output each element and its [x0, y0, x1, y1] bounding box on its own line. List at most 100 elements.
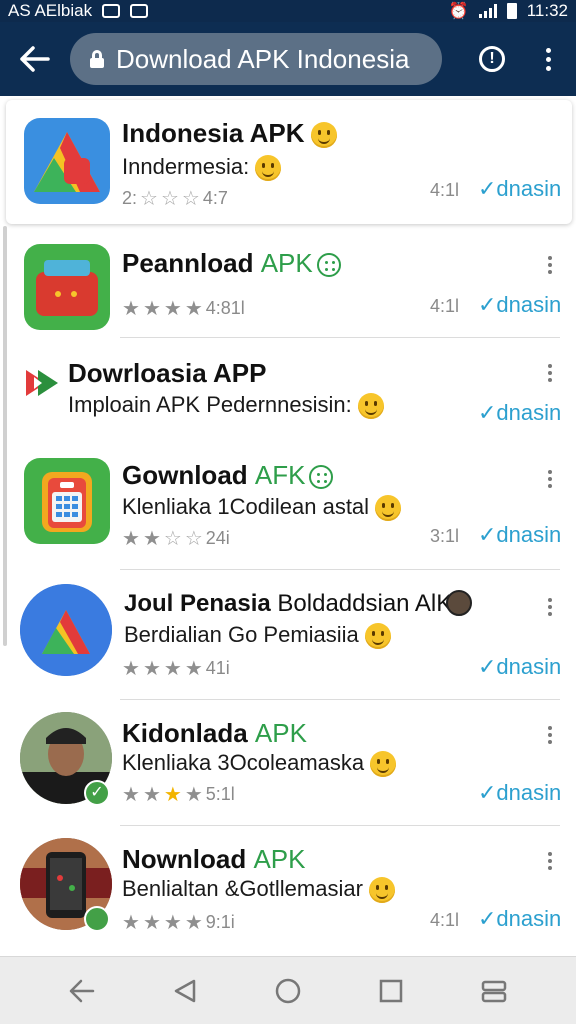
smile-emoji-icon [375, 495, 402, 522]
download-link[interactable]: ✓dnasin [478, 654, 561, 680]
app-tag: APK [253, 844, 306, 874]
app-icon [24, 244, 110, 330]
url-bar[interactable]: Download APK Indonesia [70, 33, 442, 85]
app-size: 4:1l [430, 296, 460, 316]
star-empty-icon: ☆ [140, 188, 158, 210]
rating-row: 2: ☆ ☆ ☆ 4:7 [122, 186, 228, 211]
download-link[interactable]: ✓dnasin [478, 400, 561, 426]
app-title-text: Joul Penasia [124, 590, 271, 617]
nav-switch-icon[interactable] [470, 967, 518, 1015]
app-title-text: Dowrloasia APP [68, 358, 267, 388]
android-smile-icon [309, 465, 334, 490]
app-icon [24, 458, 110, 544]
download-link[interactable]: ✓dnasin [478, 780, 561, 806]
rating-row: ★ ★ ★ ★ 9:1i [122, 910, 235, 935]
nav-home-icon[interactable] [264, 967, 312, 1015]
status-bar: AS AElbiak ⏰ 11:32 [0, 0, 576, 22]
app-subtitle-text: Klenliaka 1Codilean astal [122, 494, 370, 519]
item-more-icon[interactable] [548, 852, 552, 870]
nav-recents-icon[interactable] [367, 967, 415, 1015]
rating-prefix: 2: [122, 188, 138, 208]
lock-icon [90, 50, 104, 68]
list-item[interactable]: Joul Penasia Boldaddsian AlK Berdialian … [0, 570, 576, 700]
star-icon: ★ [184, 658, 203, 680]
app-subtitle: Klenliaka 1Codilean astal [122, 494, 402, 522]
verified-check-icon: ✓ [84, 780, 110, 806]
download-link[interactable]: ✓dnasin [478, 906, 561, 932]
item-more-icon[interactable] [548, 256, 552, 274]
app-size: 4:1l [430, 180, 460, 200]
signal-icon [478, 4, 497, 18]
star-icon: ★ [142, 912, 161, 934]
android-smile-icon [316, 253, 341, 278]
rating-value: 4:81l [205, 298, 245, 318]
url-text: Download APK Indonesia [116, 43, 410, 74]
star-empty-icon: ☆ [163, 528, 182, 550]
image-icon [130, 4, 149, 18]
app-tag: AFK [254, 460, 306, 490]
laugh-emoji-icon [255, 155, 282, 182]
star-empty-icon: ☆ [181, 188, 200, 210]
item-more-icon[interactable] [548, 470, 552, 488]
rating-row: ★ ★ ☆ ☆ 24i [122, 526, 230, 551]
app-title: Dowrloasia APP [68, 358, 266, 389]
nav-back-arrow-icon[interactable] [58, 967, 106, 1015]
back-arrow-icon[interactable] [0, 22, 70, 96]
app-title-text: Indonesia APK [122, 118, 305, 148]
app-icon [20, 584, 112, 676]
star-icon: ★ [142, 784, 161, 806]
nav-back-icon[interactable] [161, 967, 209, 1015]
star-icon: ★ [122, 298, 140, 320]
star-icon: ★ [142, 658, 161, 680]
smile-emoji-icon [370, 751, 397, 778]
star-icon: ★ [163, 298, 182, 320]
app-title: Gownload AFK [122, 460, 334, 491]
rating-value: 24i [205, 528, 230, 548]
smile-emoji-icon [357, 393, 384, 420]
search-button[interactable]: ! [464, 22, 520, 96]
item-more-icon[interactable] [548, 726, 552, 744]
battery-icon [506, 3, 517, 19]
app-title: Joul Penasia Boldaddsian AlK [124, 590, 452, 618]
app-list[interactable]: Indonesia APK Inndermesia: 2: ☆ ☆ ☆ 4:7 … [0, 96, 576, 956]
star-empty-icon: ☆ [184, 528, 203, 550]
item-more-icon[interactable] [548, 364, 552, 382]
app-title-text: Peannload [122, 248, 254, 278]
overflow-menu-button[interactable] [520, 22, 576, 96]
star-icon: ★ [163, 658, 182, 680]
android-badge-icon [84, 906, 110, 932]
star-icon: ★ [142, 528, 161, 550]
app-title-text: Kidonlada [122, 718, 248, 748]
star-icon: ★ [142, 298, 161, 320]
status-left-text: AS AElbiak [8, 1, 93, 20]
app-tag: Boldaddsian AlK [277, 590, 453, 617]
app-title: Nownload APK [122, 844, 305, 875]
smile-emoji-icon [368, 877, 395, 904]
star-icon: ★ [122, 528, 140, 550]
app-subtitle: Klenliaka 3Ocoleamaska [122, 750, 397, 778]
notification-icon [102, 4, 121, 18]
status-time: 11:32 [526, 1, 568, 20]
app-subtitle: Inndermesia: [122, 154, 282, 182]
app-subtitle-text: Klenliaka 3Ocoleamaska [122, 750, 365, 775]
list-item[interactable]: Dowrloasia APP Imploain APK Pedernnesisi… [0, 338, 576, 450]
download-link[interactable]: ✓dnasin [478, 522, 561, 548]
list-item[interactable]: Peannload APK ★ ★ ★ ★ 4:81l 4:1l ✓dnasin [0, 226, 576, 338]
app-title-text: Gownload [122, 460, 248, 490]
app-subtitle-text: Benlialtan &Gotllemasiar [122, 876, 363, 901]
star-icon: ★ [184, 298, 203, 320]
star-gold-icon: ★ [163, 784, 182, 806]
star-empty-icon: ☆ [160, 188, 179, 210]
item-more-icon[interactable] [548, 598, 552, 616]
list-item[interactable]: Gownload AFK Klenliaka 1Codilean astal ★… [0, 448, 576, 570]
list-item[interactable]: Nownload APK Benlialtan &Gotllemasiar ★ … [0, 826, 576, 954]
smile-emoji-icon [310, 122, 337, 149]
system-nav-bar [0, 956, 576, 1024]
list-item[interactable]: Indonesia APK Inndermesia: 2: ☆ ☆ ☆ 4:7 … [6, 100, 572, 224]
app-title: Kidonlada APK [122, 718, 307, 749]
download-link[interactable]: ✓dnasin [478, 176, 561, 202]
app-title-text: Nownload [122, 844, 247, 874]
list-item[interactable]: ✓ Kidonlada APK Klenliaka 3Ocoleamaska ★… [0, 700, 576, 826]
download-link[interactable]: ✓dnasin [478, 292, 561, 318]
app-tag: APK [260, 248, 313, 278]
